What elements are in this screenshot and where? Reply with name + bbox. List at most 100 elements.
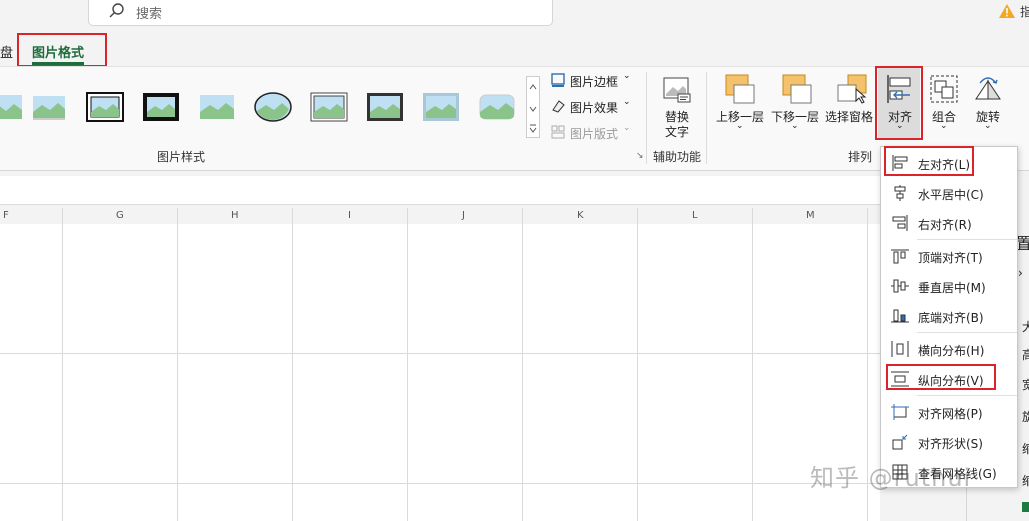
style-thumb-2[interactable] bbox=[86, 91, 124, 123]
menu-label: 垂直居中(M) bbox=[918, 281, 986, 295]
bring-forward-icon bbox=[725, 74, 755, 104]
watermark-text: 知乎 @ruthui bbox=[810, 464, 972, 492]
align-right-icon bbox=[892, 215, 908, 231]
grid-line bbox=[292, 208, 293, 521]
rotate-icon bbox=[975, 77, 1001, 100]
picture-border-button[interactable]: 图片边框 bbox=[570, 73, 618, 90]
group-label-accessibility: 辅助功能 bbox=[653, 150, 702, 164]
menu-label: 顶端对齐(T) bbox=[918, 251, 983, 265]
column-letter[interactable]: M bbox=[806, 210, 815, 221]
style-thumb-9[interactable] bbox=[478, 91, 516, 123]
alt-text-line2[interactable]: 文字 bbox=[665, 123, 689, 140]
menu-label: 右对齐(R) bbox=[918, 218, 972, 232]
chevron-down-icon: ⌄ bbox=[940, 121, 948, 131]
group-divider bbox=[646, 72, 647, 164]
dialog-launcher-icon[interactable]: ↘ bbox=[636, 151, 644, 161]
send-backward-icon bbox=[782, 74, 812, 104]
style-thumb-0[interactable] bbox=[0, 91, 24, 123]
menu-item-distribute-horizontal[interactable]: 横向分布(H) bbox=[881, 335, 1019, 363]
tab-prev[interactable]: 盘 bbox=[0, 42, 13, 61]
highlight-align bbox=[875, 66, 923, 140]
align-center-icon bbox=[894, 185, 906, 201]
menu-item-align-middle[interactable]: 垂直居中(M) bbox=[881, 272, 1019, 300]
style-thumb-8[interactable] bbox=[422, 91, 460, 123]
column-letter[interactable]: H bbox=[231, 210, 239, 221]
selection-pane-button[interactable]: 选择窗格 bbox=[825, 108, 873, 125]
grid-line bbox=[0, 483, 880, 484]
picture-layout-icon bbox=[551, 125, 565, 139]
chevron-down-icon: ⌄ bbox=[623, 123, 631, 133]
menu-item-align-center[interactable]: 水平居中(C) bbox=[881, 179, 1019, 207]
menu-item-align-bottom[interactable]: 底端对齐(B) bbox=[881, 302, 1019, 330]
menu-label: 对齐网格(P) bbox=[918, 407, 983, 421]
column-letter[interactable]: J bbox=[462, 210, 465, 221]
chevron-down-icon: ⌄ bbox=[984, 121, 992, 131]
menu-label: 横向分布(H) bbox=[918, 344, 985, 358]
warning-icon[interactable] bbox=[998, 3, 1016, 19]
chevron-down-icon: ⌄ bbox=[791, 121, 799, 131]
style-thumb-6[interactable] bbox=[310, 91, 348, 123]
column-letter[interactable]: K bbox=[577, 210, 584, 221]
group-icon bbox=[930, 75, 958, 103]
grid-line bbox=[0, 353, 880, 354]
grid-line bbox=[637, 208, 638, 521]
group-divider bbox=[706, 72, 707, 164]
menu-divider bbox=[917, 395, 1017, 396]
menu-item-snap-to-shape[interactable]: 对齐形状(S) bbox=[881, 428, 1019, 456]
chevron-down-icon: ⌄ bbox=[736, 121, 744, 131]
pane-label: 缩 bbox=[1022, 474, 1029, 488]
picture-effects-icon bbox=[552, 100, 565, 113]
menu-label: 水平居中(C) bbox=[918, 188, 984, 202]
menu-divider bbox=[917, 239, 1017, 240]
highlight-align-left bbox=[884, 146, 974, 176]
menu-divider bbox=[917, 332, 1017, 333]
align-top-icon bbox=[891, 249, 909, 264]
style-thumb-7[interactable] bbox=[366, 91, 404, 123]
menu-item-snap-to-grid[interactable]: 对齐网格(P) bbox=[881, 398, 1019, 426]
grid-line bbox=[407, 208, 408, 521]
style-thumb-1[interactable] bbox=[30, 91, 68, 123]
pane-label: 高 bbox=[1022, 348, 1029, 362]
picture-border-icon bbox=[551, 73, 565, 87]
style-thumb-5[interactable] bbox=[254, 91, 292, 123]
align-dropdown-menu: 左对齐(L) 水平居中(C) 右对齐(R) 顶端对齐(T) 垂直居中(M) 底端… bbox=[880, 146, 1018, 488]
column-letter[interactable]: F bbox=[3, 210, 9, 221]
menu-label: 对齐形状(S) bbox=[918, 437, 983, 451]
picture-layout-button[interactable]: 图片版式 bbox=[570, 125, 618, 142]
search-placeholder[interactable]: 搜索 bbox=[136, 3, 162, 22]
grid-line bbox=[62, 208, 63, 521]
pane-label: 旋 bbox=[1022, 410, 1029, 424]
align-middle-icon bbox=[891, 279, 909, 293]
chevron-down-icon: ⌄ bbox=[623, 97, 631, 107]
pane-label: 缩 bbox=[1022, 442, 1029, 456]
column-letter[interactable]: I bbox=[348, 210, 351, 221]
gallery-scroll[interactable] bbox=[526, 76, 540, 138]
column-letter[interactable]: G bbox=[116, 210, 124, 221]
checkbox-icon[interactable] bbox=[1022, 502, 1029, 512]
highlight-tab bbox=[17, 33, 107, 67]
pane-label: 宽 bbox=[1022, 378, 1029, 392]
snap-grid-icon bbox=[891, 404, 909, 420]
worksheet-grid[interactable] bbox=[0, 224, 880, 521]
grid-line bbox=[522, 208, 523, 521]
picture-effects-button[interactable]: 图片效果 bbox=[570, 99, 618, 116]
chevron-down-icon: ⌄ bbox=[623, 71, 631, 81]
style-thumb-4[interactable] bbox=[198, 91, 236, 123]
menu-item-align-top[interactable]: 顶端对齐(T) bbox=[881, 242, 1019, 270]
distribute-horizontal-icon bbox=[891, 341, 909, 357]
style-thumb-3[interactable] bbox=[142, 91, 180, 123]
pane-label: 大 bbox=[1022, 320, 1029, 334]
selection-pane-icon bbox=[837, 74, 867, 104]
column-header bbox=[0, 208, 880, 225]
warning-text: 指 bbox=[1020, 5, 1029, 19]
formula-bar[interactable] bbox=[0, 176, 1029, 205]
align-bottom-icon bbox=[891, 309, 909, 323]
group-label-arrange: 排列 bbox=[848, 150, 873, 164]
menu-item-align-right[interactable]: 右对齐(R) bbox=[881, 209, 1019, 237]
snap-shape-icon bbox=[892, 434, 908, 450]
column-letter[interactable]: L bbox=[692, 210, 698, 221]
grid-line bbox=[752, 208, 753, 521]
alt-text-icon bbox=[663, 77, 691, 103]
highlight-distribute-vertical bbox=[886, 364, 996, 390]
menu-label: 底端对齐(B) bbox=[918, 311, 984, 325]
